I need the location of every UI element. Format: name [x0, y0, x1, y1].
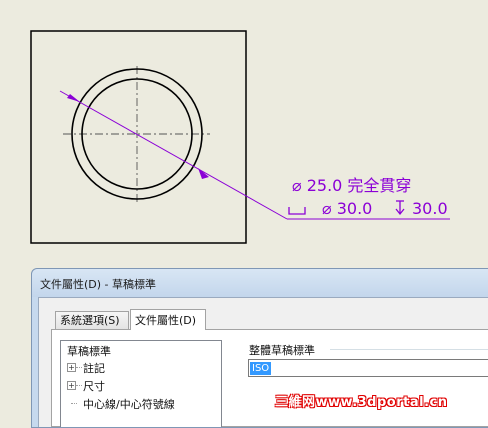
tree-connector [76, 385, 82, 386]
tree-item-annotations[interactable]: 註記 [83, 360, 105, 376]
tab-document-properties[interactable]: 文件屬性(D) [130, 309, 206, 330]
expand-icon[interactable]: + [67, 363, 76, 372]
leader-line[interactable] [59, 90, 288, 220]
overall-standard-label: 整體草稿標準 [249, 344, 315, 357]
tree-connector [71, 403, 77, 404]
tree-connector [76, 367, 82, 368]
leader-arrow-top [67, 94, 80, 102]
expand-icon[interactable]: + [67, 381, 76, 390]
overall-standard-value: ISO [250, 362, 272, 375]
overall-standard-select[interactable]: ISO [248, 359, 488, 377]
tree-item-dimensions[interactable]: 尺寸 [83, 378, 105, 394]
settings-tree[interactable]: 草稿標準 + 註記 + 尺寸 中心線/中心符號線 [60, 340, 222, 427]
counterbore-icon [288, 207, 306, 215]
part-outline[interactable] [30, 30, 247, 244]
group-divider [330, 349, 488, 350]
tab-pane: 草稿標準 + 註記 + 尺寸 中心線/中心符號線 整體草稿標準 ISO [51, 329, 488, 427]
callout-line2-depth[interactable]: 30.0 [412, 199, 448, 218]
tree-item-drafting-standard[interactable]: 草稿標準 [67, 343, 111, 359]
dialog-title: 文件屬性(D) - 草稿標準 [40, 278, 157, 291]
callout-line2-diameter[interactable]: ⌀ 30.0 [322, 199, 372, 218]
depth-icon [395, 200, 405, 216]
dialog-titlebar[interactable]: 文件屬性(D) - 草稿標準 [32, 269, 488, 297]
callout-line1[interactable]: ⌀ 25.0 完全貫穿 [292, 176, 411, 195]
watermark: 三維网www.3dportal.cn [275, 395, 448, 410]
tree-item-centerlines[interactable]: 中心線/中心符號線 [83, 396, 175, 412]
leader-arrow-bottom [198, 168, 209, 179]
tab-system-options[interactable]: 系統選項(S) [55, 311, 129, 329]
